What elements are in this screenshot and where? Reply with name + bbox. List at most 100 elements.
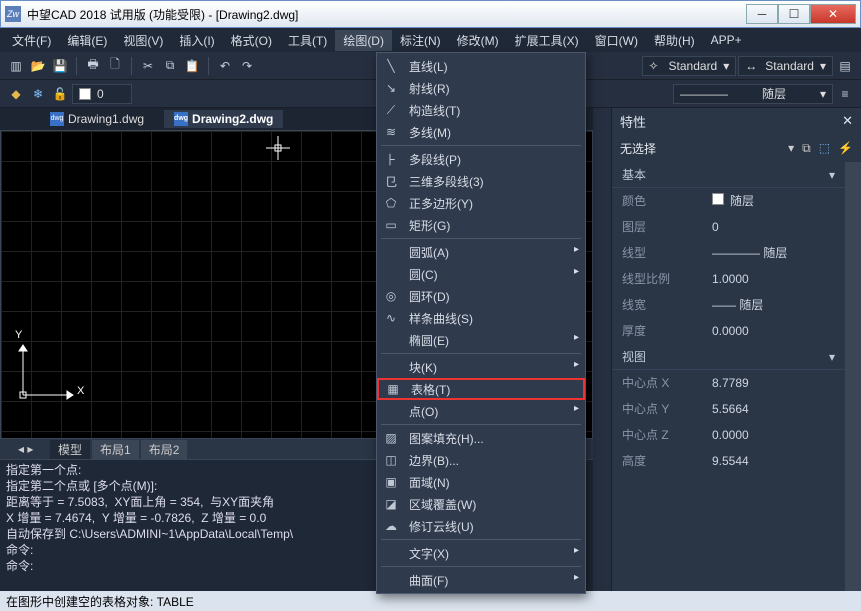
menu-item[interactable]: ⺋三维多段线(3) [377, 170, 585, 192]
paste-icon[interactable]: 📋 [182, 56, 202, 76]
open-icon[interactable]: 📂 [28, 56, 48, 76]
layout-tab[interactable]: 布局2 [141, 440, 188, 459]
property-row[interactable]: 颜色随层 [612, 188, 845, 214]
menu-item[interactable]: ≋多线(M) [377, 121, 585, 143]
property-row[interactable]: 高度9.5544 [612, 448, 845, 474]
copy-icon[interactable]: ⧉ [160, 56, 180, 76]
property-key: 中心点 Z [612, 426, 708, 443]
menu-item[interactable]: ↘射线(R) [377, 77, 585, 99]
layer-manager-icon[interactable]: ◆ [6, 84, 26, 104]
menu-item[interactable]: ◎圆环(D) [377, 285, 585, 307]
property-row[interactable]: 线型———— 随层 [612, 240, 845, 266]
style-combo-2[interactable]: ↔Standard▾ [738, 56, 833, 76]
menu-item[interactable]: ◪区域覆盖(W) [377, 493, 585, 515]
minimize-button[interactable]: ─ [746, 4, 778, 24]
style-combo-1[interactable]: ✧Standard▾ [642, 56, 737, 76]
property-row[interactable]: 中心点 Y5.5664 [612, 396, 845, 422]
menu-item[interactable]: ▦表格(T) [377, 378, 585, 400]
layout-tab[interactable]: 模型 [50, 440, 90, 459]
print-icon[interactable]: 🖶 [83, 56, 103, 76]
menu-item-icon: ▭ [381, 217, 401, 233]
layer-lock-icon[interactable]: 🔓 [50, 84, 70, 104]
menu-o[interactable]: 格式(O) [223, 30, 280, 51]
property-row[interactable]: 线宽—— 随层 [612, 292, 845, 318]
close-button[interactable]: ✕ [810, 4, 856, 24]
property-row[interactable]: 线型比例1.0000 [612, 266, 845, 292]
menu-item[interactable]: ⺊多段线(P) [377, 148, 585, 170]
cut-icon[interactable]: ✂ [138, 56, 158, 76]
menu-app[interactable]: APP+ [703, 31, 750, 49]
menu-item[interactable]: 圆弧(A) [377, 241, 585, 263]
props-icon[interactable]: ▤ [835, 56, 855, 76]
property-row[interactable]: 厚度0.0000 [612, 318, 845, 344]
quick-select-icon[interactable]: ⧉ [802, 141, 811, 156]
lineweight-icon[interactable]: ≡ [835, 84, 855, 104]
property-value[interactable]: 0.0000 [708, 428, 845, 442]
menu-v[interactable]: 视图(V) [115, 30, 171, 51]
properties-close-icon[interactable]: ✕ [842, 113, 853, 129]
menu-item[interactable]: ∿样条曲线(S) [377, 307, 585, 329]
maximize-button[interactable]: ☐ [778, 4, 810, 24]
menu-h[interactable]: 帮助(H) [646, 30, 703, 51]
property-value[interactable]: 9.5544 [708, 454, 845, 468]
menu-w[interactable]: 窗口(W) [587, 30, 646, 51]
property-value[interactable]: 5.5664 [708, 402, 845, 416]
menu-m[interactable]: 修改(M) [449, 30, 507, 51]
menu-item[interactable]: ╲直线(L) [377, 55, 585, 77]
properties-scrollbar[interactable] [845, 162, 861, 591]
menu-item[interactable]: 曲面(F) [377, 569, 585, 591]
menu-item[interactable]: ⟋构造线(T) [377, 99, 585, 121]
menu-item-label: 多段线(P) [409, 151, 577, 168]
property-value[interactable]: ———— 随层 [708, 244, 845, 261]
menu-n[interactable]: 标注(N) [392, 30, 449, 51]
menu-item[interactable]: 文字(X) [377, 542, 585, 564]
layer-combo[interactable]: 0 [72, 84, 132, 104]
property-value[interactable]: 0 [708, 220, 845, 234]
menu-item[interactable]: 椭圆(E) [377, 329, 585, 351]
property-value[interactable]: —— 随层 [708, 296, 845, 313]
drawing-tab[interactable]: dwgDrawing2.dwg [164, 110, 283, 128]
menu-item[interactable]: 块(K) [377, 356, 585, 378]
menu-e[interactable]: 编辑(E) [59, 30, 115, 51]
menu-item[interactable]: ◫边界(B)... [377, 449, 585, 471]
menu-item-label: 圆(C) [409, 266, 577, 283]
status-text: 在图形中创建空的表格对象: TABLE [6, 593, 194, 610]
property-row[interactable]: 中心点 X8.7789 [612, 370, 845, 396]
property-row[interactable]: 图层0 [612, 214, 845, 240]
menu-x[interactable]: 扩展工具(X) [507, 30, 587, 51]
menu-i[interactable]: 插入(I) [171, 30, 222, 51]
menu-item-icon: ◫ [381, 452, 401, 468]
selection-combo[interactable]: 无选择 [620, 140, 780, 157]
property-value[interactable]: 8.7789 [708, 376, 845, 390]
menu-item[interactable]: ☁修订云线(U) [377, 515, 585, 537]
menu-item[interactable]: ▨图案填充(H)... [377, 427, 585, 449]
flash-icon[interactable]: ⚡ [838, 141, 853, 155]
menu-item-icon: ▣ [381, 474, 401, 490]
menu-item[interactable]: ▣面域(N) [377, 471, 585, 493]
bylayer-combo[interactable]: ————随层▾ [673, 84, 833, 104]
pick-icon[interactable]: ⬚ [819, 141, 830, 155]
new-icon[interactable]: ▥ [6, 56, 26, 76]
menu-item[interactable]: 圆(C) [377, 263, 585, 285]
preview-icon[interactable]: 🗋 [105, 56, 125, 76]
property-group-header[interactable]: 视图▾ [612, 344, 845, 370]
menu-item[interactable]: ⬠正多边形(Y) [377, 192, 585, 214]
redo-icon[interactable]: ↷ [237, 56, 257, 76]
menu-item[interactable]: 点(O) [377, 400, 585, 422]
menu-f[interactable]: 文件(F) [4, 30, 59, 51]
selection-dropdown-icon[interactable]: ▾ [788, 141, 794, 155]
save-icon[interactable]: 💾 [50, 56, 70, 76]
property-value[interactable]: 1.0000 [708, 272, 845, 286]
property-value[interactable]: 随层 [708, 192, 845, 209]
menu-item[interactable]: ▭矩形(G) [377, 214, 585, 236]
drawing-tab[interactable]: dwgDrawing1.dwg [40, 110, 154, 128]
layer-freeze-icon[interactable]: ❄ [28, 84, 48, 104]
undo-icon[interactable]: ↶ [215, 56, 235, 76]
menu-t[interactable]: 工具(T) [280, 30, 335, 51]
property-value[interactable]: 0.0000 [708, 324, 845, 338]
property-group-header[interactable]: 基本▾ [612, 162, 845, 188]
layout-tab[interactable]: 布局1 [92, 440, 139, 459]
menu-item-label: 正多边形(Y) [409, 195, 577, 212]
menu-d[interactable]: 绘图(D) [335, 30, 392, 51]
property-row[interactable]: 中心点 Z0.0000 [612, 422, 845, 448]
